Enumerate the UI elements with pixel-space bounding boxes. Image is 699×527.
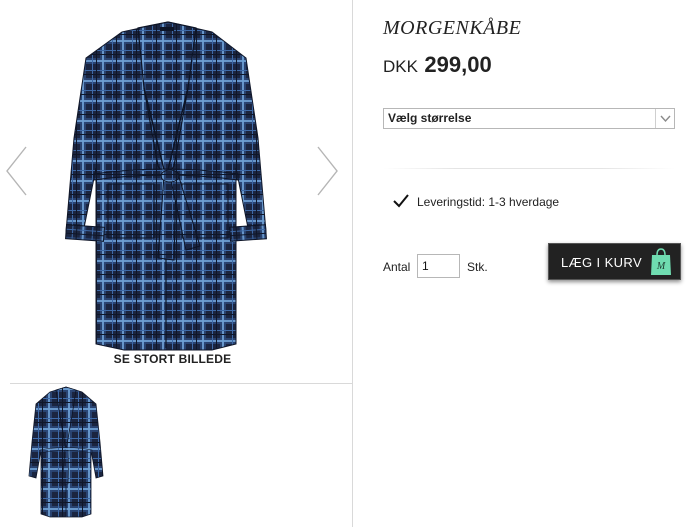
chevron-right-icon[interactable] bbox=[314, 145, 340, 197]
chevron-down-icon bbox=[660, 115, 671, 123]
quantity-input[interactable] bbox=[417, 254, 460, 278]
section-divider bbox=[383, 168, 675, 169]
product-info: MORGENKÅBE DKK 299,00 Vælg størrelse Lev… bbox=[383, 0, 683, 527]
add-to-cart-button[interactable]: LÆG I KURV M bbox=[548, 243, 681, 280]
price-currency: DKK bbox=[383, 57, 418, 76]
product-price: DKK 299,00 bbox=[383, 52, 492, 78]
shopping-bag-icon: M bbox=[651, 248, 671, 275]
product-title: MORGENKÅBE bbox=[383, 17, 522, 39]
chevron-left-icon[interactable] bbox=[4, 145, 30, 197]
quantity-label: Antal bbox=[383, 260, 411, 274]
size-select[interactable]: Vælg størrelse bbox=[383, 108, 675, 129]
quantity-row: Antal Stk. bbox=[383, 254, 523, 278]
size-select-value: Vælg størrelse bbox=[388, 111, 472, 125]
thumbnail-divider bbox=[10, 383, 353, 384]
product-page: SE STORT BILLEDE MORGENKÅBE DKK 299,00 V… bbox=[0, 0, 699, 527]
bag-logo-text: M bbox=[656, 261, 666, 272]
view-large-image-link[interactable]: SE STORT BILLEDE bbox=[0, 352, 345, 366]
product-main-image[interactable] bbox=[60, 18, 272, 352]
product-thumbnail[interactable] bbox=[26, 386, 106, 520]
product-gallery: SE STORT BILLEDE bbox=[0, 0, 353, 527]
size-select-button[interactable] bbox=[655, 109, 674, 128]
quantity-unit: Stk. bbox=[467, 260, 488, 274]
checkmark-icon bbox=[393, 194, 409, 208]
add-to-cart-label: LÆG I KURV bbox=[561, 255, 643, 270]
delivery-text: Leveringstid: 1-3 hverdage bbox=[417, 195, 560, 209]
price-amount: 299,00 bbox=[424, 52, 492, 77]
